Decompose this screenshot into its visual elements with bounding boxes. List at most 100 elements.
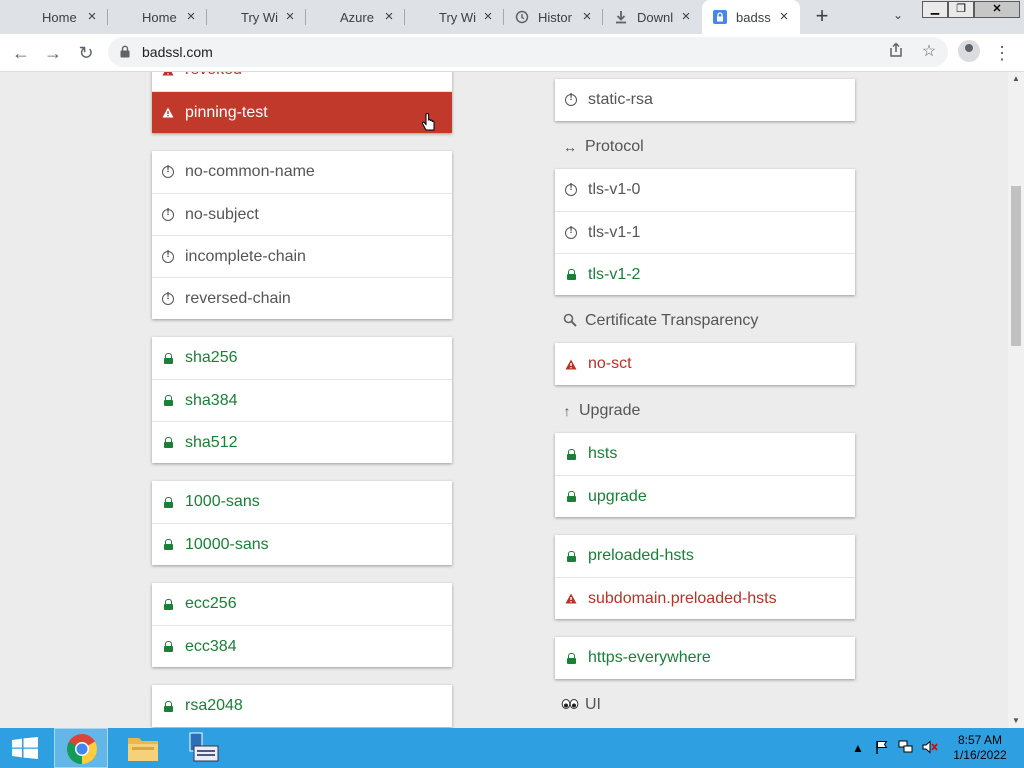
- close-tab-icon[interactable]: ×: [381, 9, 397, 25]
- section-heading-protocol: ↔ Protocol: [561, 138, 644, 156]
- browser-menu-icon[interactable]: ⋮: [992, 40, 1012, 66]
- list-item-static-rsa[interactable]: static-rsa: [555, 79, 855, 121]
- tab-search-chevron-icon[interactable]: ⌄: [888, 8, 908, 26]
- history-icon: [514, 9, 530, 25]
- list-item-ecc384[interactable]: ecc384: [152, 625, 452, 667]
- card-sans: 1000-sans 10000-sans: [152, 481, 452, 565]
- action-center-flag-icon[interactable]: [874, 740, 890, 756]
- close-tab-icon[interactable]: ×: [678, 9, 694, 25]
- section-heading-certificate-transparency: Certificate Transparency: [561, 312, 758, 330]
- tab-downloads[interactable]: Downl ×: [603, 0, 702, 34]
- list-item-no-sct[interactable]: no-sct: [555, 343, 855, 385]
- list-item-reversed-chain[interactable]: reversed-chain: [152, 277, 452, 319]
- lock-icon[interactable]: [120, 45, 130, 63]
- list-item-tls-v1-2[interactable]: tls-v1-2: [555, 253, 855, 295]
- item-label: no-common-name: [185, 163, 315, 180]
- reload-button[interactable]: ↻: [73, 40, 99, 66]
- taskbar-chrome-button[interactable]: [54, 728, 108, 768]
- back-button[interactable]: ←: [8, 40, 34, 66]
- card-chain: no-common-name no-subject incomplete-cha…: [152, 151, 452, 319]
- list-item-ecc256[interactable]: ecc256: [152, 583, 452, 625]
- tab-try-windows-1[interactable]: Try Wi ×: [207, 0, 306, 34]
- share-icon[interactable]: [886, 42, 906, 62]
- item-label: sha256: [185, 349, 238, 366]
- section-title: Certificate Transparency: [585, 312, 759, 329]
- tab-home-2[interactable]: Home ×: [108, 0, 207, 34]
- tab-azure[interactable]: Azure ×: [306, 0, 405, 34]
- list-item-1000-sans[interactable]: 1000-sans: [152, 481, 452, 523]
- exclamation-circle-icon: [162, 291, 174, 306]
- list-item-preloaded-hsts[interactable]: preloaded-hsts: [555, 535, 855, 577]
- card-static-rsa: static-rsa: [555, 79, 855, 121]
- taskbar-file-explorer-button[interactable]: [118, 728, 170, 768]
- card-protocol: tls-v1-0 tls-v1-1 tls-v1-2: [555, 169, 855, 295]
- list-item-10000-sans[interactable]: 10000-sans: [152, 523, 452, 565]
- item-label: 10000-sans: [185, 535, 269, 553]
- section-heading-ui: UI: [561, 696, 601, 714]
- arrows-horizontal-icon: ↔: [563, 139, 577, 155]
- tab-badssl[interactable]: badss ×: [702, 0, 800, 34]
- taskbar-clock[interactable]: 8:57 AM 1/16/2022: [944, 733, 1016, 763]
- magnifier-icon: [561, 313, 579, 330]
- list-item-incomplete-chain[interactable]: incomplete-chain: [152, 235, 452, 277]
- padlock-icon: [162, 699, 174, 713]
- padlock-icon: [162, 597, 174, 611]
- list-item-hsts[interactable]: hsts: [555, 433, 855, 475]
- tab-strip: Home × Home × Try Wi × Azure × Try Wi × …: [0, 0, 1024, 34]
- close-tab-icon[interactable]: ×: [183, 9, 199, 25]
- tab-history[interactable]: Histor ×: [504, 0, 603, 34]
- scroll-up-icon[interactable]: ▲: [1008, 72, 1024, 86]
- card-preloaded-hsts: preloaded-hsts subdomain.preloaded-hsts: [555, 535, 855, 619]
- list-item-rsa2048[interactable]: rsa2048: [152, 685, 452, 727]
- show-hidden-icons-chevron-icon[interactable]: ▲: [850, 740, 866, 756]
- list-item-no-subject[interactable]: no-subject: [152, 193, 452, 235]
- padlock-icon: [162, 538, 174, 552]
- list-item-pinning-test[interactable]: pinning-test: [152, 91, 452, 133]
- page-scrollbar[interactable]: ▲ ▼: [1008, 72, 1024, 728]
- microsoft-logo-icon: [415, 9, 431, 25]
- close-tab-icon[interactable]: ×: [776, 9, 792, 25]
- exclamation-circle-icon: [565, 225, 577, 240]
- new-tab-button[interactable]: +: [810, 4, 834, 28]
- list-item-tls-v1-1[interactable]: tls-v1-1: [555, 211, 855, 253]
- item-label: revoked: [185, 72, 242, 79]
- list-item-sha256[interactable]: sha256: [152, 337, 452, 379]
- start-button[interactable]: [0, 728, 50, 768]
- restore-button[interactable]: ❐: [948, 1, 974, 18]
- list-item-subdomain-preloaded-hsts[interactable]: subdomain.preloaded-hsts: [555, 577, 855, 619]
- padlock-icon: [565, 651, 577, 665]
- address-bar[interactable]: badssl.com ☆: [108, 37, 948, 67]
- scrollbar-thumb[interactable]: [1011, 186, 1021, 346]
- tab-title: badss: [736, 9, 771, 25]
- close-tab-icon[interactable]: ×: [579, 9, 595, 25]
- list-item-sha384[interactable]: sha384: [152, 379, 452, 421]
- profile-avatar-icon[interactable]: [958, 40, 980, 62]
- bookmark-star-icon[interactable]: ☆: [919, 42, 939, 62]
- tab-try-windows-2[interactable]: Try Wi ×: [405, 0, 504, 34]
- exclamation-circle-icon: [565, 182, 577, 197]
- tab-title: Histor: [538, 9, 572, 25]
- list-item-tls-v1-0[interactable]: tls-v1-0: [555, 169, 855, 211]
- item-label: static-rsa: [588, 91, 653, 108]
- list-item-upgrade[interactable]: upgrade: [555, 475, 855, 517]
- close-tab-icon[interactable]: ×: [282, 9, 298, 25]
- list-item-revoked[interactable]: revoked: [152, 72, 452, 91]
- forward-button[interactable]: →: [40, 40, 66, 66]
- taskbar-server-manager-button[interactable]: [178, 728, 230, 768]
- list-item-sha512[interactable]: sha512: [152, 421, 452, 463]
- close-tab-icon[interactable]: ×: [480, 9, 496, 25]
- tab-title: Home: [142, 9, 177, 25]
- network-icon[interactable]: [898, 740, 914, 756]
- tab-home-1[interactable]: Home ×: [0, 0, 108, 34]
- card-certificate-transparency: no-sct: [555, 343, 855, 385]
- server-manager-icon: [189, 732, 219, 762]
- minimize-button[interactable]: ▁: [922, 1, 948, 18]
- list-item-no-common-name[interactable]: no-common-name: [152, 151, 452, 193]
- url-text: badssl.com: [142, 44, 213, 60]
- item-label: 1000-sans: [185, 493, 260, 510]
- volume-muted-icon[interactable]: [922, 740, 938, 756]
- close-tab-icon[interactable]: ×: [84, 9, 100, 25]
- close-window-button[interactable]: ✕: [974, 1, 1020, 18]
- list-item-https-everywhere[interactable]: https-everywhere: [555, 637, 855, 679]
- scroll-down-icon[interactable]: ▼: [1008, 714, 1024, 728]
